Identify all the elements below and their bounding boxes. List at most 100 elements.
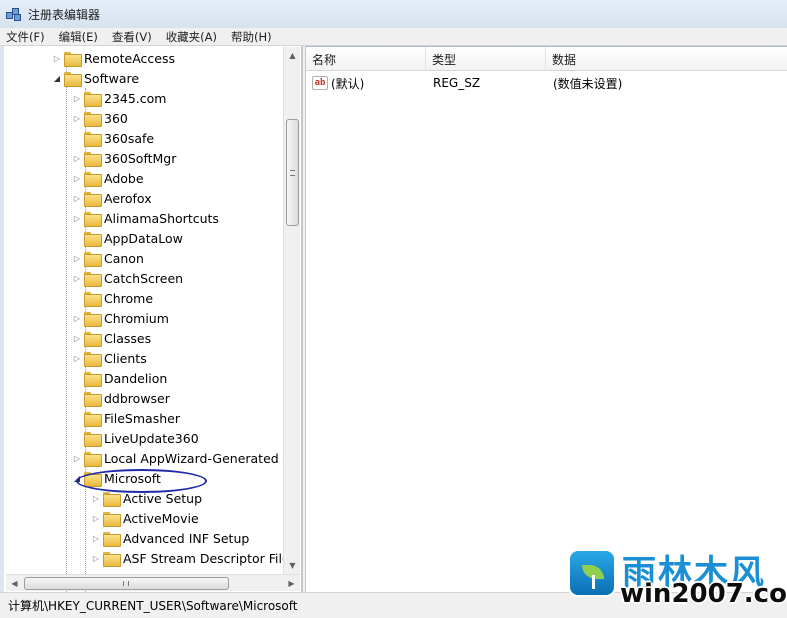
menu-help[interactable]: 帮助(H) (231, 29, 272, 45)
expand-arrow-icon[interactable]: ▷ (72, 253, 82, 263)
tree-item[interactable]: ddbrowser (72, 388, 170, 408)
tree-item[interactable]: ▷ Aerofox (72, 188, 152, 208)
expand-arrow-icon[interactable]: ▷ (72, 113, 82, 123)
tree-item-label: CatchScreen (104, 270, 184, 286)
folder-icon (64, 51, 82, 67)
tree-item[interactable]: ▷ 360SoftMgr (72, 148, 176, 168)
watermark-logo-icon (568, 549, 616, 597)
tree-item[interactable]: ▷ ActiveMovie (91, 508, 199, 528)
horizontal-scroll-thumb[interactable] (24, 577, 229, 590)
tree-connector (72, 233, 82, 243)
tree-item[interactable]: ▷ AlimamaShortcuts (72, 208, 219, 228)
string-value-icon: ab (312, 76, 328, 90)
scroll-right-arrow-icon[interactable]: ▶ (283, 575, 300, 592)
menu-view[interactable]: 查看(V) (112, 29, 152, 45)
list-header: 名称 类型 数据 (306, 47, 787, 71)
tree-item[interactable]: LiveUpdate360 (72, 428, 199, 448)
folder-icon (84, 411, 102, 427)
tree-item-label: LiveUpdate360 (104, 430, 199, 446)
scroll-left-arrow-icon[interactable]: ◀ (6, 575, 23, 592)
tree-item-label: Classes (104, 330, 152, 346)
tree-item[interactable]: ▷ Adobe (72, 168, 144, 188)
folder-icon (84, 311, 102, 327)
expand-arrow-icon[interactable]: ▷ (72, 273, 82, 283)
tree-item[interactable]: AppDataLow (72, 228, 183, 248)
tree-item[interactable]: ▷ Canon (72, 248, 144, 268)
tree-item-label: Dandelion (104, 370, 168, 386)
folder-icon (84, 151, 102, 167)
expand-arrow-icon[interactable]: ▷ (72, 93, 82, 103)
expand-arrow-icon[interactable]: ▷ (72, 153, 82, 163)
scroll-down-arrow-icon[interactable]: ▼ (284, 557, 301, 574)
registry-editor-icon (6, 6, 22, 22)
tree-item-label: Software (84, 70, 140, 86)
expand-arrow-icon[interactable]: ▷ (72, 313, 82, 323)
tree-item-label: RemoteAccess (84, 50, 176, 66)
column-header-name[interactable]: 名称 (306, 47, 426, 71)
expand-arrow-icon[interactable]: ▷ (91, 553, 101, 563)
tree-item[interactable]: FileSmasher (72, 408, 180, 428)
tree-item[interactable]: ▷ CatchScreen (72, 268, 183, 288)
column-header-type[interactable]: 类型 (426, 47, 546, 71)
folder-icon (84, 371, 102, 387)
tree-item[interactable]: ▷ RemoteAccess (52, 48, 175, 68)
window-title: 注册表编辑器 (28, 7, 101, 22)
tree-horizontal-scrollbar[interactable]: ◀ ▶ (6, 574, 300, 591)
expand-arrow-icon[interactable]: ▷ (72, 333, 82, 343)
column-header-data[interactable]: 数据 (546, 47, 787, 71)
tree-item-label: ActiveMovie (123, 510, 199, 526)
menu-favorites[interactable]: 收藏夹(A) (166, 29, 217, 45)
tree-item[interactable]: ▷ Local AppWizard-Generated A (72, 448, 291, 468)
tree-item-label: Chrome (104, 290, 154, 306)
tree-item[interactable]: ▷ Classes (72, 328, 151, 348)
folder-icon (84, 331, 102, 347)
list-item[interactable]: ab (默认) REG_SZ (数值未设置) (306, 73, 787, 93)
expand-arrow-icon[interactable]: ▷ (91, 513, 101, 523)
tree-item-label: Chromium (104, 310, 169, 326)
tree-item-label: Aerofox (104, 190, 152, 206)
tree-item[interactable]: ▷ 2345.com (72, 88, 166, 108)
tree-connector (72, 373, 82, 383)
expand-arrow-icon[interactable]: ▷ (52, 53, 62, 63)
tree-item-label: AlimamaShortcuts (104, 210, 219, 226)
tree-item[interactable]: ▷ Clients (72, 348, 147, 368)
expand-arrow-icon[interactable]: ▷ (72, 173, 82, 183)
tree-item[interactable]: Chrome (72, 288, 153, 308)
tree-vertical-scrollbar[interactable]: ▲ ▼ (283, 47, 300, 574)
collapse-arrow-icon[interactable]: ◢ (52, 73, 62, 83)
expand-arrow-icon[interactable]: ▷ (91, 493, 101, 503)
tree-item-label: 360safe (104, 130, 155, 146)
folder-icon (84, 111, 102, 127)
tree-item-label: FileSmasher (104, 410, 180, 426)
folder-icon (84, 131, 102, 147)
registry-tree[interactable]: ▷ RemoteAccess ◢ Software ▷ 2345.com ▷ 360 360sa… (4, 46, 302, 592)
folder-icon (64, 71, 82, 87)
highlight-ellipse (76, 469, 207, 493)
folder-icon (103, 551, 121, 567)
folder-icon (84, 211, 102, 227)
tree-item[interactable]: Dandelion (72, 368, 167, 388)
folder-icon (84, 391, 102, 407)
menu-file[interactable]: 文件(F) (6, 29, 45, 45)
expand-arrow-icon[interactable]: ▷ (72, 453, 82, 463)
folder-icon (84, 351, 102, 367)
expand-arrow-icon[interactable]: ▷ (91, 533, 101, 543)
tree-item[interactable]: 360safe (72, 128, 154, 148)
tree-item[interactable]: ▷ Advanced INF Setup (91, 528, 249, 548)
tree-item[interactable]: ▷ 360 (72, 108, 128, 128)
tree-item[interactable]: ▷ ASF Stream Descriptor File (91, 548, 290, 568)
tree-connector (72, 433, 82, 443)
tree-item[interactable]: ◢ Software (52, 68, 139, 88)
vertical-scroll-thumb[interactable] (286, 119, 299, 226)
expand-arrow-icon[interactable]: ▷ (72, 353, 82, 363)
tree-item[interactable]: ▷ Chromium (72, 308, 169, 328)
folder-icon (103, 491, 121, 507)
folder-icon (103, 531, 121, 547)
menu-edit[interactable]: 编辑(E) (59, 29, 98, 45)
expand-arrow-icon[interactable]: ▷ (72, 193, 82, 203)
scroll-up-arrow-icon[interactable]: ▲ (284, 47, 301, 64)
status-path: 计算机\HKEY_CURRENT_USER\Software\Microsoft (8, 599, 298, 613)
tree-item-label: Canon (104, 250, 144, 266)
tree-connector (72, 413, 82, 423)
expand-arrow-icon[interactable]: ▷ (72, 213, 82, 223)
